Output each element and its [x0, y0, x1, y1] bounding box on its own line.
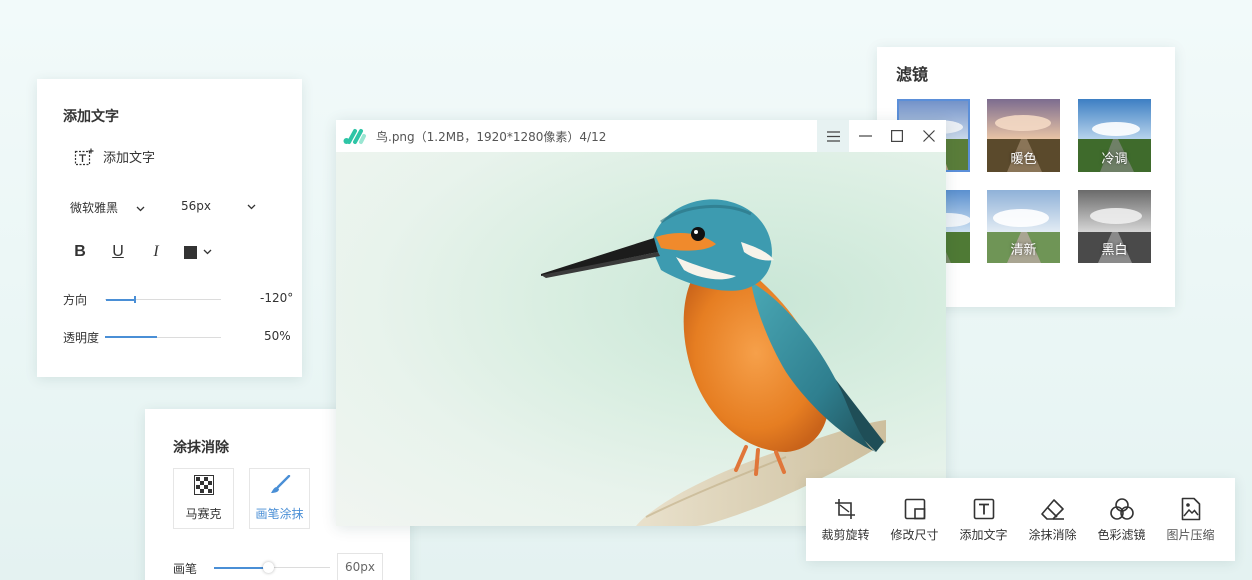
brush-size-slider-fill: [214, 567, 268, 569]
direction-slider-fill: [106, 299, 134, 301]
brush-label: 画笔涂抹: [255, 507, 304, 521]
brush-size-input[interactable]: 60px: [337, 553, 383, 580]
filter-thumb-cool[interactable]: 冷调: [1078, 99, 1151, 172]
resize-icon: [904, 496, 926, 522]
filter-label: 暖色: [1010, 152, 1037, 167]
image-compress-button[interactable]: 图片压缩: [1156, 478, 1225, 561]
underline-button[interactable]: U: [108, 242, 128, 262]
brush-tool-button[interactable]: 画笔涂抹: [249, 468, 310, 529]
filter-panel-title: 滤镜: [896, 65, 929, 84]
brush-size-row: 画笔: [173, 560, 197, 577]
resize-button[interactable]: 修改尺寸: [880, 478, 949, 561]
kingfisher-photo: [541, 199, 886, 526]
font-family-select[interactable]: 微软雅黑: [70, 199, 145, 216]
bold-button[interactable]: B: [70, 242, 90, 262]
crop-rotate-label: 裁剪旋转: [821, 528, 870, 542]
text-color-swatch: [184, 245, 197, 259]
minimize-button[interactable]: [849, 120, 881, 152]
close-icon: [923, 130, 935, 142]
eraser-icon: [1040, 496, 1066, 522]
title-bar[interactable]: 鸟.png（1.2MB，1920*1280像素）4/12: [336, 120, 946, 152]
paintbrush-icon: [269, 474, 291, 498]
erase-tool-label: 涂抹消除: [1028, 528, 1077, 542]
add-text-button[interactable]: 添加文字: [74, 147, 155, 166]
text-style-toolbar: B U I: [70, 242, 212, 262]
erase-tool-button[interactable]: 涂抹消除: [1018, 478, 1087, 561]
color-filter-label: 色彩滤镜: [1097, 528, 1146, 542]
add-text-icon: [74, 148, 94, 166]
direction-value: -120°: [260, 291, 294, 305]
color-filter-button[interactable]: 色彩滤镜: [1087, 478, 1156, 561]
opacity-slider-fill: [105, 336, 158, 338]
opacity-label: 透明度: [63, 331, 100, 345]
font-size-value: 56px: [181, 199, 211, 213]
window-title: 鸟.png（1.2MB，1920*1280像素）4/12: [376, 130, 607, 144]
hamburger-icon: [826, 130, 840, 142]
image-canvas[interactable]: [336, 152, 946, 526]
filter-thumb-warm[interactable]: 暖色: [987, 99, 1060, 172]
chevron-down-icon: [203, 249, 212, 255]
image-compress-label: 图片压缩: [1166, 528, 1215, 542]
add-text-tool-label: 添加文字: [959, 528, 1008, 542]
brush-size-label: 画笔: [173, 562, 198, 576]
mosaic-tool-button[interactable]: 马赛克: [173, 468, 234, 529]
filter-thumb-bw[interactable]: 黑白: [1078, 190, 1151, 263]
app-logo-icon: [343, 127, 367, 149]
direction-label: 方向: [63, 293, 88, 307]
italic-button[interactable]: I: [146, 242, 166, 262]
erase-panel-title: 涂抹消除: [173, 440, 229, 456]
filter-label: 黑白: [1101, 243, 1128, 258]
add-text-panel: 添加文字 添加文字 微软雅黑 56px B U I 方向 -120° 透明度 5…: [37, 79, 302, 377]
close-button[interactable]: [913, 120, 945, 152]
add-text-label: 添加文字: [103, 151, 156, 166]
direction-slider-thumb[interactable]: [134, 296, 136, 303]
opacity-value: 50%: [264, 329, 291, 343]
font-family-value: 微软雅黑: [70, 201, 119, 215]
image-viewer-window: 鸟.png（1.2MB，1920*1280像素）4/12: [336, 120, 946, 526]
font-size-select[interactable]: 56px: [181, 199, 256, 213]
maximize-button[interactable]: [881, 120, 913, 152]
edit-toolbar: 裁剪旋转 修改尺寸 添加文字 涂抹消除 色彩滤镜 图片压缩: [806, 478, 1235, 561]
color-filter-icon: [1109, 496, 1134, 522]
filter-label: 清新: [1010, 243, 1037, 258]
image-compress-icon: [1181, 496, 1201, 522]
text-icon: [973, 496, 995, 522]
crop-rotate-icon: [834, 496, 858, 522]
filter-thumb-fresh[interactable]: 清新: [987, 190, 1060, 263]
chevron-down-icon: [247, 199, 256, 213]
crop-rotate-button[interactable]: 裁剪旋转: [811, 478, 880, 561]
add-text-tool-button[interactable]: 添加文字: [949, 478, 1018, 561]
chevron-down-icon: [136, 201, 145, 215]
maximize-icon: [891, 130, 903, 142]
brush-size-slider-thumb[interactable]: [263, 562, 274, 573]
mosaic-icon: [193, 475, 214, 498]
minimize-icon: [858, 135, 872, 137]
menu-button[interactable]: [817, 120, 849, 152]
mosaic-label: 马赛克: [185, 507, 222, 521]
filter-label: 冷调: [1101, 152, 1128, 167]
resize-label: 修改尺寸: [890, 528, 939, 542]
text-color-picker[interactable]: [184, 245, 212, 259]
add-text-panel-title: 添加文字: [63, 109, 119, 125]
